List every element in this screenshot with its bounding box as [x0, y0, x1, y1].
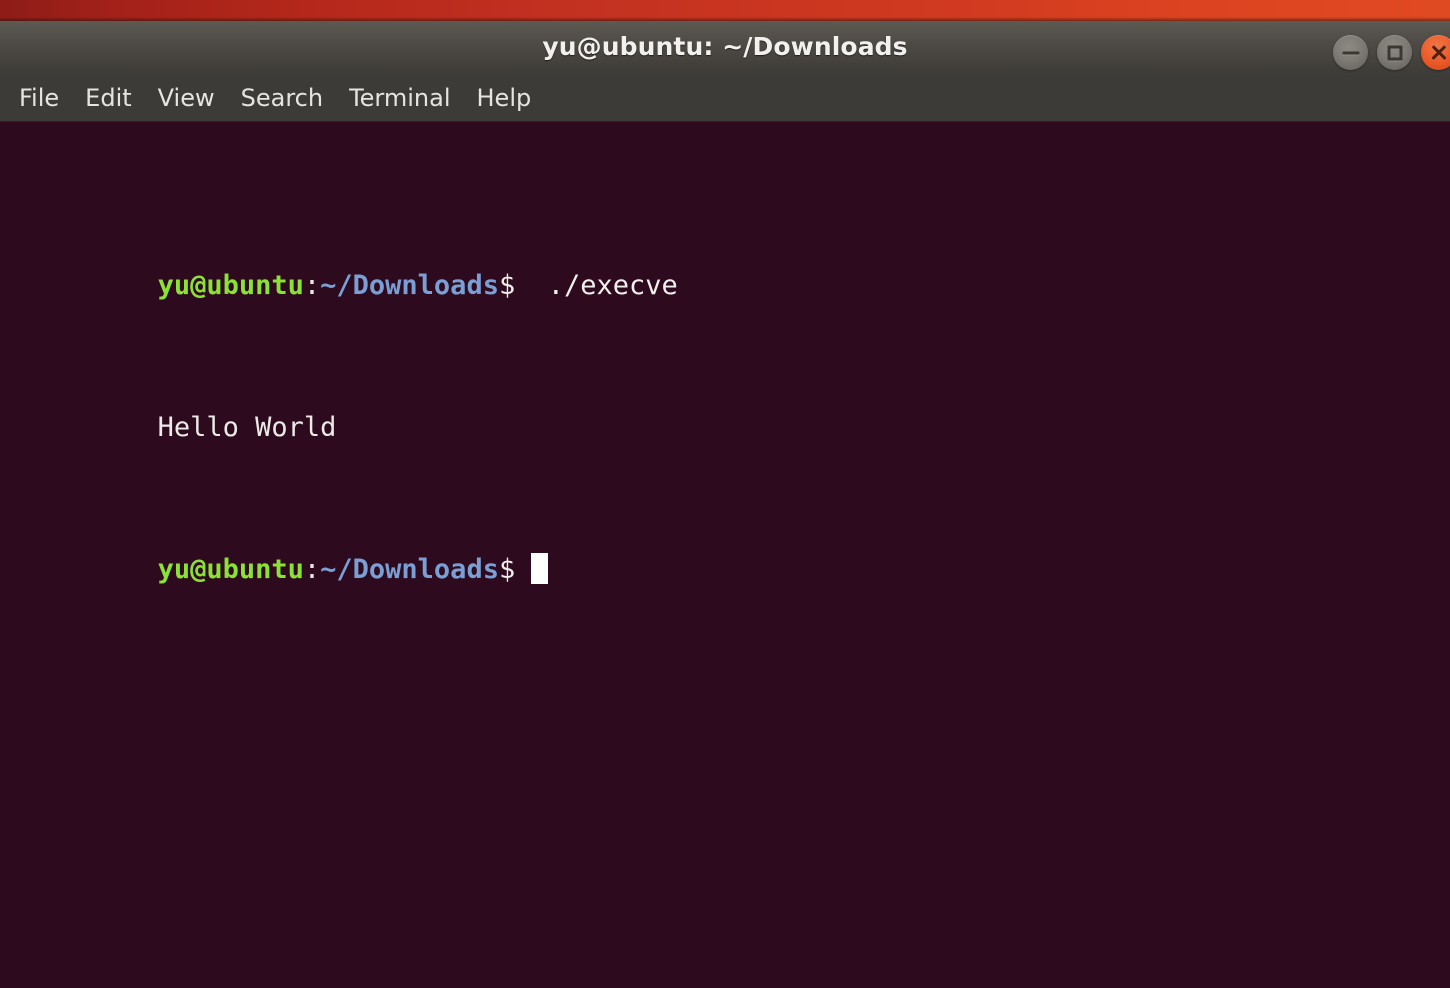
close-button[interactable] — [1421, 35, 1450, 70]
terminal-line: yu@ubuntu:~/Downloads$ — [0, 517, 1450, 585]
terminal-line: Hello World — [0, 375, 1450, 443]
menu-item-view[interactable]: View — [145, 84, 228, 115]
minimize-icon — [1342, 51, 1359, 54]
close-icon — [1430, 44, 1448, 62]
terminal-cursor — [531, 553, 549, 584]
menubar: File Edit View Search Terminal Help — [0, 76, 1450, 122]
window-controls — [1333, 35, 1450, 70]
menu-item-search[interactable]: Search — [228, 84, 336, 115]
prompt-colon: : — [303, 554, 321, 585]
window-title: yu@ubuntu: ~/Downloads — [542, 32, 908, 61]
prompt-colon: : — [303, 270, 321, 301]
menu-item-help[interactable]: Help — [464, 84, 545, 115]
menu-item-file[interactable]: File — [6, 84, 72, 115]
prompt-sigil: $ — [498, 270, 516, 301]
prompt-path: ~/Downloads — [320, 270, 499, 301]
maximize-button[interactable] — [1377, 35, 1412, 70]
terminal-window: yu@ubuntu: ~/Downloads File Edit View Se… — [0, 21, 1450, 988]
menu-item-terminal[interactable]: Terminal — [336, 84, 463, 115]
prompt-path: ~/Downloads — [320, 554, 499, 585]
screen: yu@ubuntu: ~/Downloads File Edit View Se… — [0, 0, 1450, 988]
terminal-output-area[interactable]: yu@ubuntu:~/Downloads$ ./execve Hello Wo… — [0, 122, 1450, 988]
prompt-user: yu@ubuntu — [157, 554, 304, 585]
prompt-sigil: $ — [498, 554, 516, 585]
minimize-button[interactable] — [1333, 35, 1368, 70]
terminal-output-text: Hello World — [157, 412, 337, 443]
maximize-icon — [1387, 45, 1402, 60]
menu-item-edit[interactable]: Edit — [72, 84, 144, 115]
desktop-background-strip — [0, 0, 1450, 21]
terminal-line: yu@ubuntu:~/Downloads$ ./execve — [0, 233, 1450, 301]
prompt-user: yu@ubuntu — [157, 270, 304, 301]
prompt-space-2 — [531, 270, 547, 301]
terminal-command: ./execve — [547, 270, 678, 301]
terminal-lines: yu@ubuntu:~/Downloads$ ./execve Hello Wo… — [0, 126, 1450, 659]
window-titlebar[interactable]: yu@ubuntu: ~/Downloads — [0, 21, 1450, 76]
